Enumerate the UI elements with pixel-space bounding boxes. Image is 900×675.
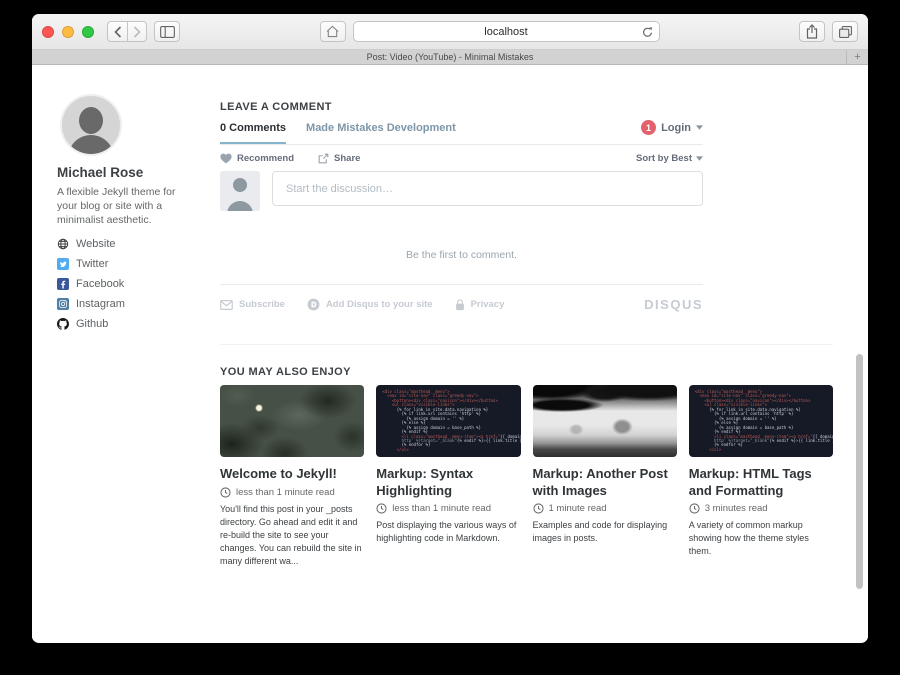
refresh-icon [642, 26, 653, 38]
disqus-d-icon [307, 298, 320, 311]
post-excerpt: Post displaying the various ways of high… [376, 519, 520, 545]
url-text: localhost [484, 26, 527, 38]
author-avatar [60, 94, 122, 156]
tab-bar: Post: Video (YouTube) - Minimal Mistakes… [32, 50, 868, 65]
subscribe-link[interactable]: Subscribe [220, 299, 285, 310]
lock-icon [455, 299, 465, 311]
zoom-window-button[interactable] [82, 26, 94, 38]
history-nav-group [107, 21, 147, 42]
post-thumbnail-code[interactable]: <div class="masthead__menu"> <nav id="si… [376, 385, 520, 457]
twitter-icon [57, 258, 69, 270]
heart-icon [220, 153, 232, 164]
github-icon [57, 318, 69, 330]
login-menu[interactable]: 1 Login [641, 120, 703, 135]
back-button[interactable] [107, 21, 127, 42]
browser-toolbar: localhost [32, 14, 868, 50]
close-window-button[interactable] [42, 26, 54, 38]
post-excerpt: A variety of common markup showing how t… [689, 519, 833, 558]
globe-icon [57, 238, 69, 250]
post-thumbnail-green-pearl[interactable] [220, 385, 364, 457]
sidebar-link-website[interactable]: Website [57, 237, 125, 250]
facebook-icon [57, 278, 69, 290]
comment-input[interactable] [272, 171, 703, 206]
author-bio: A flexible Jekyll theme for your blog or… [57, 185, 191, 227]
commenter-avatar [220, 171, 260, 211]
address-bar[interactable]: localhost [353, 21, 660, 42]
home-button[interactable] [320, 21, 346, 42]
home-icon [326, 25, 339, 38]
related-heading: YOU MAY ALSO ENJOY [220, 366, 351, 378]
post-thumbnail-foggy-tree[interactable] [533, 385, 677, 457]
comments-heading: LEAVE A COMMENT [220, 101, 332, 113]
tab-overview-button[interactable] [832, 21, 858, 42]
sort-menu[interactable]: Sort by Best [636, 153, 703, 164]
share-arrow-icon [318, 153, 329, 164]
disqus-logo[interactable]: DISQUS [644, 297, 703, 312]
clock-icon [533, 503, 544, 514]
related-card: <div class="masthead__menu"> <nav id="si… [689, 385, 833, 568]
empty-state-text: Be the first to comment. [220, 249, 703, 261]
forward-button[interactable] [127, 21, 147, 42]
reload-button[interactable] [642, 26, 653, 41]
chevron-down-icon [696, 125, 703, 130]
sidebar-link-instagram[interactable]: Instagram [57, 297, 125, 310]
chevron-left-icon [114, 26, 122, 38]
clock-icon [220, 487, 231, 498]
chevron-down-icon [696, 156, 703, 161]
clock-icon [376, 503, 387, 514]
share-thread-button[interactable]: Share [318, 153, 360, 164]
recommend-button[interactable]: Recommend [220, 153, 294, 164]
clock-icon [689, 503, 700, 514]
disqus-tab-bar: 0 Comments Made Mistakes Development 1 L… [220, 120, 703, 145]
sidebar-toggle-button[interactable] [154, 21, 180, 42]
privacy-link[interactable]: Privacy [455, 299, 505, 311]
share-icon [806, 24, 818, 39]
post-title-link[interactable]: Markup: Another Post with Images [533, 466, 677, 499]
sidebar-link-facebook[interactable]: Facebook [57, 277, 125, 290]
post-excerpt: You'll find this post in your _posts dir… [220, 503, 364, 568]
sidebar-link-github[interactable]: Github [57, 317, 125, 330]
login-label: Login [661, 122, 691, 134]
sidebar-icon [160, 26, 175, 38]
tab-comments-count[interactable]: 0 Comments [220, 122, 286, 134]
disqus-actions-row: Recommend Share Sort by Best [220, 153, 703, 164]
page-content: Michael Rose A flexible Jekyll theme for… [32, 65, 868, 640]
related-card: <div class="masthead__menu"> <nav id="si… [376, 385, 520, 568]
section-divider [220, 344, 833, 345]
read-time: less than 1 minute read [220, 487, 364, 498]
minimize-window-button[interactable] [62, 26, 74, 38]
active-tab[interactable]: Post: Video (YouTube) - Minimal Mistakes [367, 52, 534, 62]
tab-forum-name[interactable]: Made Mistakes Development [306, 122, 456, 134]
read-time: 3 minutes read [689, 503, 833, 514]
disqus-footer: Subscribe Add Disqus to your site Privac… [220, 297, 703, 312]
post-title-link[interactable]: Markup: HTML Tags and Formatting [689, 466, 833, 499]
author-links: Website Twitter Facebook Instagram Githu… [57, 237, 125, 337]
post-title-link[interactable]: Welcome to Jekyll! [220, 466, 364, 483]
window-controls [42, 26, 94, 38]
related-card: Markup: Another Post with Images 1 minut… [533, 385, 677, 568]
read-time: less than 1 minute read [376, 503, 520, 514]
post-excerpt: Examples and code for displaying images … [533, 519, 677, 545]
browser-window: localhost Post: Video (YouTube) - Minima… [32, 14, 868, 643]
post-title-link[interactable]: Markup: Syntax Highlighting [376, 466, 520, 499]
author-name: Michael Rose [57, 165, 143, 180]
avatar-silhouette [79, 107, 103, 134]
new-tab-button[interactable]: + [846, 50, 868, 64]
related-posts: Welcome to Jekyll! less than 1 minute re… [220, 385, 833, 568]
tabs-icon [839, 26, 852, 38]
scrollbar-thumb[interactable] [856, 354, 863, 589]
notification-badge: 1 [641, 120, 656, 135]
chevron-right-icon [133, 26, 141, 38]
share-button[interactable] [799, 21, 825, 42]
post-thumbnail-code[interactable]: <div class="masthead__menu"> <nav id="si… [689, 385, 833, 457]
instagram-icon [57, 298, 69, 310]
divider [220, 284, 703, 285]
related-card: Welcome to Jekyll! less than 1 minute re… [220, 385, 364, 568]
envelope-icon [220, 300, 233, 310]
sidebar-link-twitter[interactable]: Twitter [57, 257, 125, 270]
add-disqus-link[interactable]: Add Disqus to your site [307, 298, 433, 311]
read-time: 1 minute read [533, 503, 677, 514]
